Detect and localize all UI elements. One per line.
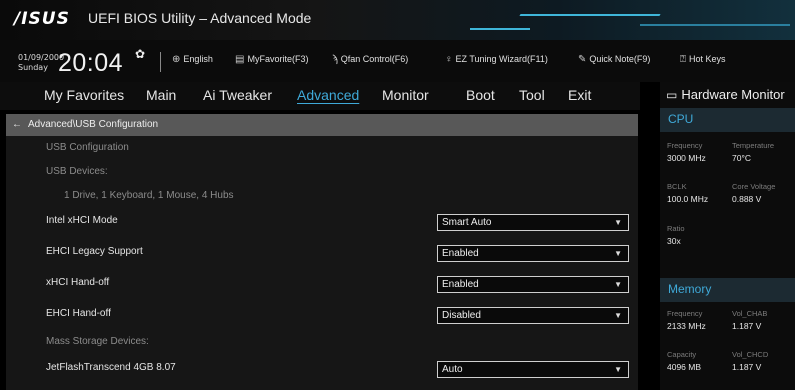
fan-icon: ϡ bbox=[332, 54, 338, 65]
title-bar: /ISUS UEFI BIOS Utility – Advanced Mode bbox=[0, 0, 795, 40]
ez-tuning-label: EZ Tuning Wizard(F11) bbox=[455, 54, 548, 64]
hardware-monitor-panel: ▭ Hardware Monitor CPU Frequency Temperat… bbox=[660, 82, 795, 390]
jetflash-emulation-value: Auto bbox=[442, 364, 463, 375]
decorative-line bbox=[519, 14, 661, 16]
divider bbox=[160, 52, 161, 72]
ehci-legacy-support-value: Enabled bbox=[442, 248, 479, 259]
favorite-icon: ▤ bbox=[235, 54, 245, 65]
decorative-line bbox=[640, 24, 790, 26]
setting-label-ehci-hand-off: EHCI Hand-off bbox=[46, 308, 111, 319]
memory-frequency-value: 2133 MHz bbox=[667, 321, 706, 331]
breadcrumb-path: Advanced\USB Configuration bbox=[28, 119, 159, 130]
tab-advanced[interactable]: Advanced bbox=[297, 87, 359, 103]
ehci-hand-off-value: Disabled bbox=[442, 310, 481, 321]
chevron-down-icon: ▼ bbox=[614, 311, 622, 320]
qfan-label: Qfan Control(F6) bbox=[340, 54, 409, 64]
ratio-value: 30x bbox=[667, 236, 681, 246]
hot-keys-button[interactable]: ⍰ Hot Keys bbox=[680, 54, 726, 65]
quick-note-button[interactable]: ✎ Quick Note(F9) bbox=[578, 54, 650, 65]
breadcrumb[interactable]: ← Advanced\USB Configuration bbox=[6, 114, 638, 136]
tab-monitor[interactable]: Monitor bbox=[382, 87, 429, 103]
cpu-frequency-label: Frequency bbox=[667, 141, 703, 150]
ez-tuning-wizard-button[interactable]: ♀ EZ Tuning Wizard(F11) bbox=[445, 54, 548, 65]
setting-label-ehci-legacy-support: EHCI Legacy Support bbox=[46, 246, 143, 257]
myfavorite-button[interactable]: ▤ MyFavorite(F3) bbox=[235, 54, 308, 65]
chevron-down-icon: ▼ bbox=[614, 365, 622, 374]
tab-exit[interactable]: Exit bbox=[568, 87, 591, 103]
core-voltage-label: Core Voltage bbox=[732, 182, 776, 191]
mass-storage-label: Mass Storage Devices: bbox=[46, 336, 149, 347]
chevron-down-icon: ▼ bbox=[614, 218, 622, 227]
window-title: UEFI BIOS Utility – Advanced Mode bbox=[88, 10, 312, 26]
globe-icon: ⊕ bbox=[172, 54, 181, 65]
cpu-temperature-value: 70°C bbox=[732, 153, 751, 163]
tab-main[interactable]: Main bbox=[146, 87, 176, 103]
chevron-down-icon: ▼ bbox=[614, 249, 622, 258]
core-voltage-value: 0.888 V bbox=[732, 194, 762, 204]
bclk-value: 100.0 MHz bbox=[667, 194, 709, 204]
hot-keys-label: Hot Keys bbox=[689, 54, 726, 64]
note-icon: ✎ bbox=[578, 54, 587, 65]
settings-panel: USB Configuration USB Devices: 1 Drive, … bbox=[6, 136, 638, 390]
asus-logo: /ISUS bbox=[14, 9, 70, 29]
usb-devices-label: USB Devices: bbox=[46, 166, 108, 177]
help-icon: ⍰ bbox=[680, 54, 686, 65]
decorative-line bbox=[470, 28, 530, 30]
hardware-monitor-label: Hardware Monitor bbox=[681, 87, 785, 102]
section-title: USB Configuration bbox=[46, 142, 129, 153]
bclk-label: BCLK bbox=[667, 182, 687, 191]
vol-chab-value: 1.187 V bbox=[732, 321, 762, 331]
memory-section-header: Memory bbox=[660, 278, 795, 302]
ehci-hand-off-select[interactable]: Disabled ▼ bbox=[437, 307, 629, 324]
cpu-section-header: CPU bbox=[660, 108, 795, 132]
info-bar: 01/09/2000 Sunday 20:04 ✿ ⊕ English ▤ MyFa… bbox=[0, 40, 795, 82]
intel-xhci-mode-select[interactable]: Smart Auto ▼ bbox=[437, 214, 629, 231]
tab-boot[interactable]: Boot bbox=[466, 87, 495, 103]
cpu-temperature-label: Temperature bbox=[732, 141, 775, 150]
menu-tabs: My Favorites Main Ai Tweaker Advanced Mo… bbox=[0, 82, 640, 110]
ratio-label: Ratio bbox=[667, 224, 685, 233]
capacity-label: Capacity bbox=[667, 350, 697, 359]
vol-chcd-label: Vol_CHCD bbox=[732, 350, 769, 359]
language-label: English bbox=[183, 54, 213, 64]
tab-my-favorites[interactable]: My Favorites bbox=[44, 87, 124, 103]
capacity-value: 4096 MB bbox=[667, 362, 702, 372]
myfavorite-label: MyFavorite(F3) bbox=[247, 54, 309, 64]
vol-chab-label: Vol_CHAB bbox=[732, 309, 768, 318]
chevron-down-icon: ▼ bbox=[614, 280, 622, 289]
vol-chcd-value: 1.187 V bbox=[732, 362, 762, 372]
monitor-icon: ▭ bbox=[666, 88, 678, 102]
qfan-control-button[interactable]: ϡ Qfan Control(F6) bbox=[332, 54, 408, 65]
hardware-monitor-title: ▭ Hardware Monitor bbox=[666, 87, 785, 102]
cpu-title: CPU bbox=[668, 112, 694, 126]
xhci-hand-off-select[interactable]: Enabled ▼ bbox=[437, 276, 629, 293]
tab-ai-tweaker[interactable]: Ai Tweaker bbox=[203, 87, 272, 103]
setting-label-xhci-hand-off: xHCI Hand-off bbox=[46, 277, 110, 288]
bulb-icon: ♀ bbox=[445, 54, 453, 65]
setting-label-intel-xhci-mode: Intel xHCI Mode bbox=[46, 215, 118, 226]
clock-time: 20:04 bbox=[58, 49, 124, 77]
cpu-frequency-value: 3000 MHz bbox=[667, 153, 706, 163]
tab-tool[interactable]: Tool bbox=[519, 87, 545, 103]
xhci-hand-off-value: Enabled bbox=[442, 279, 479, 290]
gear-icon[interactable]: ✿ bbox=[135, 47, 145, 61]
language-button[interactable]: ⊕ English bbox=[172, 54, 213, 65]
memory-title: Memory bbox=[668, 282, 712, 296]
memory-frequency-label: Frequency bbox=[667, 309, 703, 318]
quick-note-label: Quick Note(F9) bbox=[589, 54, 651, 64]
usb-devices-value: 1 Drive, 1 Keyboard, 1 Mouse, 4 Hubs bbox=[64, 190, 234, 201]
jetflash-emulation-select[interactable]: Auto ▼ bbox=[437, 361, 629, 378]
intel-xhci-mode-value: Smart Auto bbox=[442, 217, 492, 228]
ehci-legacy-support-select[interactable]: Enabled ▼ bbox=[437, 245, 629, 262]
setting-label-jetflash: JetFlashTranscend 4GB 8.07 bbox=[46, 362, 176, 373]
back-arrow-icon[interactable]: ← bbox=[12, 119, 22, 130]
